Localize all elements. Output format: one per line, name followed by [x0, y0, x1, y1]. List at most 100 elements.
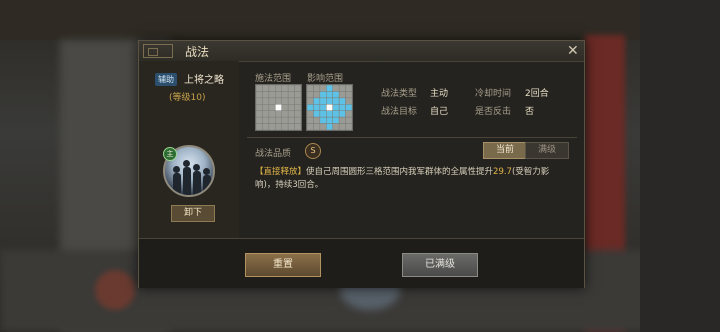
tab-max-level[interactable]: 满级	[525, 142, 569, 159]
effect-grid-cell	[332, 85, 340, 92]
cast-grid-cell	[268, 123, 276, 130]
effect-grid-cell	[332, 91, 340, 99]
skill-dialog: 战法 ✕ 辅助 上将之略 (等级10) 主 卸下 施法范围 影响范围 战法类型 …	[138, 40, 585, 288]
skill-target-label: 战法目标	[381, 107, 418, 117]
cast-grid-cell	[294, 116, 301, 124]
skill-name: 上将之略	[184, 75, 224, 86]
cast-grid-cell	[262, 97, 270, 105]
cast-grid-cell	[287, 123, 295, 130]
effect-grid-cell	[319, 97, 327, 105]
effect-grid-cell	[345, 85, 352, 92]
effect-grid-cell	[345, 123, 352, 130]
effect-grid-cell	[313, 91, 321, 99]
cast-grid-cell	[268, 116, 276, 124]
quality-label: 战法品质	[255, 149, 292, 159]
cast-range-label: 施法范围	[255, 74, 292, 84]
effect-range-label: 影响范围	[307, 74, 344, 84]
dialog-footer: 重置 已满级	[139, 238, 584, 288]
cast-grid-cell	[294, 85, 301, 92]
cast-grid-cell	[294, 123, 301, 130]
dialog-title: 战法	[185, 45, 210, 59]
effect-grid-cell	[326, 116, 333, 124]
cast-grid-cell	[281, 97, 289, 105]
cast-grid-cell	[287, 97, 295, 105]
effect-grid-cell	[307, 116, 314, 124]
effect-grid-cell	[326, 123, 333, 130]
effect-grid-cell	[345, 110, 352, 118]
cast-grid-cell	[294, 104, 301, 111]
cast-grid-cell	[287, 85, 295, 92]
maxed-button[interactable]: 已满级	[402, 253, 478, 277]
cast-grid-cell	[294, 91, 301, 99]
effect-grid-cell	[313, 123, 321, 130]
cast-grid-cell	[262, 91, 270, 99]
cast-grid-cell	[294, 110, 301, 118]
ornament-icon	[143, 44, 173, 58]
effect-grid-cell	[319, 110, 327, 118]
reset-button[interactable]: 重置	[245, 253, 321, 277]
cast-grid-cell	[256, 91, 263, 99]
cast-grid-cell	[281, 110, 289, 118]
cast-grid-cell	[262, 104, 270, 111]
cast-grid-cell	[275, 116, 282, 124]
effect-grid-cell	[338, 85, 346, 92]
cast-grid-cell	[281, 104, 289, 111]
cast-grid-cell	[287, 91, 295, 99]
effect-grid-cell	[338, 110, 346, 118]
effect-grid-cell	[313, 104, 321, 111]
cast-grid-cell	[262, 110, 270, 118]
cast-range-grid	[255, 84, 302, 131]
effect-grid-cell	[338, 104, 346, 111]
cast-grid-cell	[256, 123, 263, 130]
skill-tag-badge: 辅助	[155, 73, 177, 86]
cooldown-value: 2回合	[525, 89, 549, 99]
close-icon[interactable]: ✕	[567, 43, 579, 59]
cast-grid-cell	[281, 85, 289, 92]
effect-grid-cell	[307, 91, 314, 99]
effect-grid-cell	[332, 97, 340, 105]
skill-type-value: 主动	[430, 89, 449, 99]
description-tag: 【直接释放】	[255, 167, 307, 177]
cast-grid-cell	[268, 91, 276, 99]
cast-grid-cell	[275, 85, 282, 92]
skill-level: (等级10)	[169, 93, 206, 103]
effect-grid-cell	[326, 85, 333, 92]
effect-grid-cell	[313, 97, 321, 105]
cast-grid-cell	[275, 97, 282, 105]
effect-grid-cell	[319, 123, 327, 130]
cast-grid-cell	[256, 104, 263, 111]
cast-grid-cell	[287, 110, 295, 118]
cast-grid-cell	[268, 97, 276, 105]
skill-target-value: 自己	[430, 107, 449, 117]
effect-grid-cell	[338, 116, 346, 124]
counter-value: 否	[525, 107, 535, 117]
cast-grid-cell	[256, 116, 263, 124]
cast-grid-cell	[262, 85, 270, 92]
description-number: 29.7	[493, 167, 512, 177]
title-bar: 战法 ✕	[139, 41, 584, 62]
effect-grid-cell	[345, 116, 352, 124]
effect-grid-cell	[307, 104, 314, 111]
effect-grid-cell	[332, 104, 340, 111]
effect-grid-cell	[332, 123, 340, 130]
tab-current[interactable]: 当前	[483, 142, 527, 159]
effect-range-grid	[306, 84, 353, 131]
unequip-button[interactable]: 卸下	[171, 205, 215, 222]
effect-grid-cell	[345, 104, 352, 111]
effect-grid-cell	[307, 123, 314, 130]
skill-type-label: 战法类型	[381, 89, 418, 99]
cast-grid-cell	[287, 104, 295, 111]
cast-grid-cell	[268, 110, 276, 118]
effect-grid-cell	[307, 110, 314, 118]
effect-grid-cell	[307, 85, 314, 92]
effect-grid-cell	[319, 104, 327, 111]
effect-grid-cell	[338, 91, 346, 99]
effect-grid-cell	[319, 91, 327, 99]
cast-grid-cell	[256, 97, 263, 105]
counter-label: 是否反击	[475, 107, 512, 117]
main-general-badge: 主	[163, 147, 177, 161]
cast-grid-cell	[268, 104, 276, 111]
effect-grid-cell	[326, 110, 333, 118]
effect-grid-cell	[313, 85, 321, 92]
description-text-1: 使自己周围圆形三格范围内我军群体的全属性提升	[306, 167, 494, 177]
